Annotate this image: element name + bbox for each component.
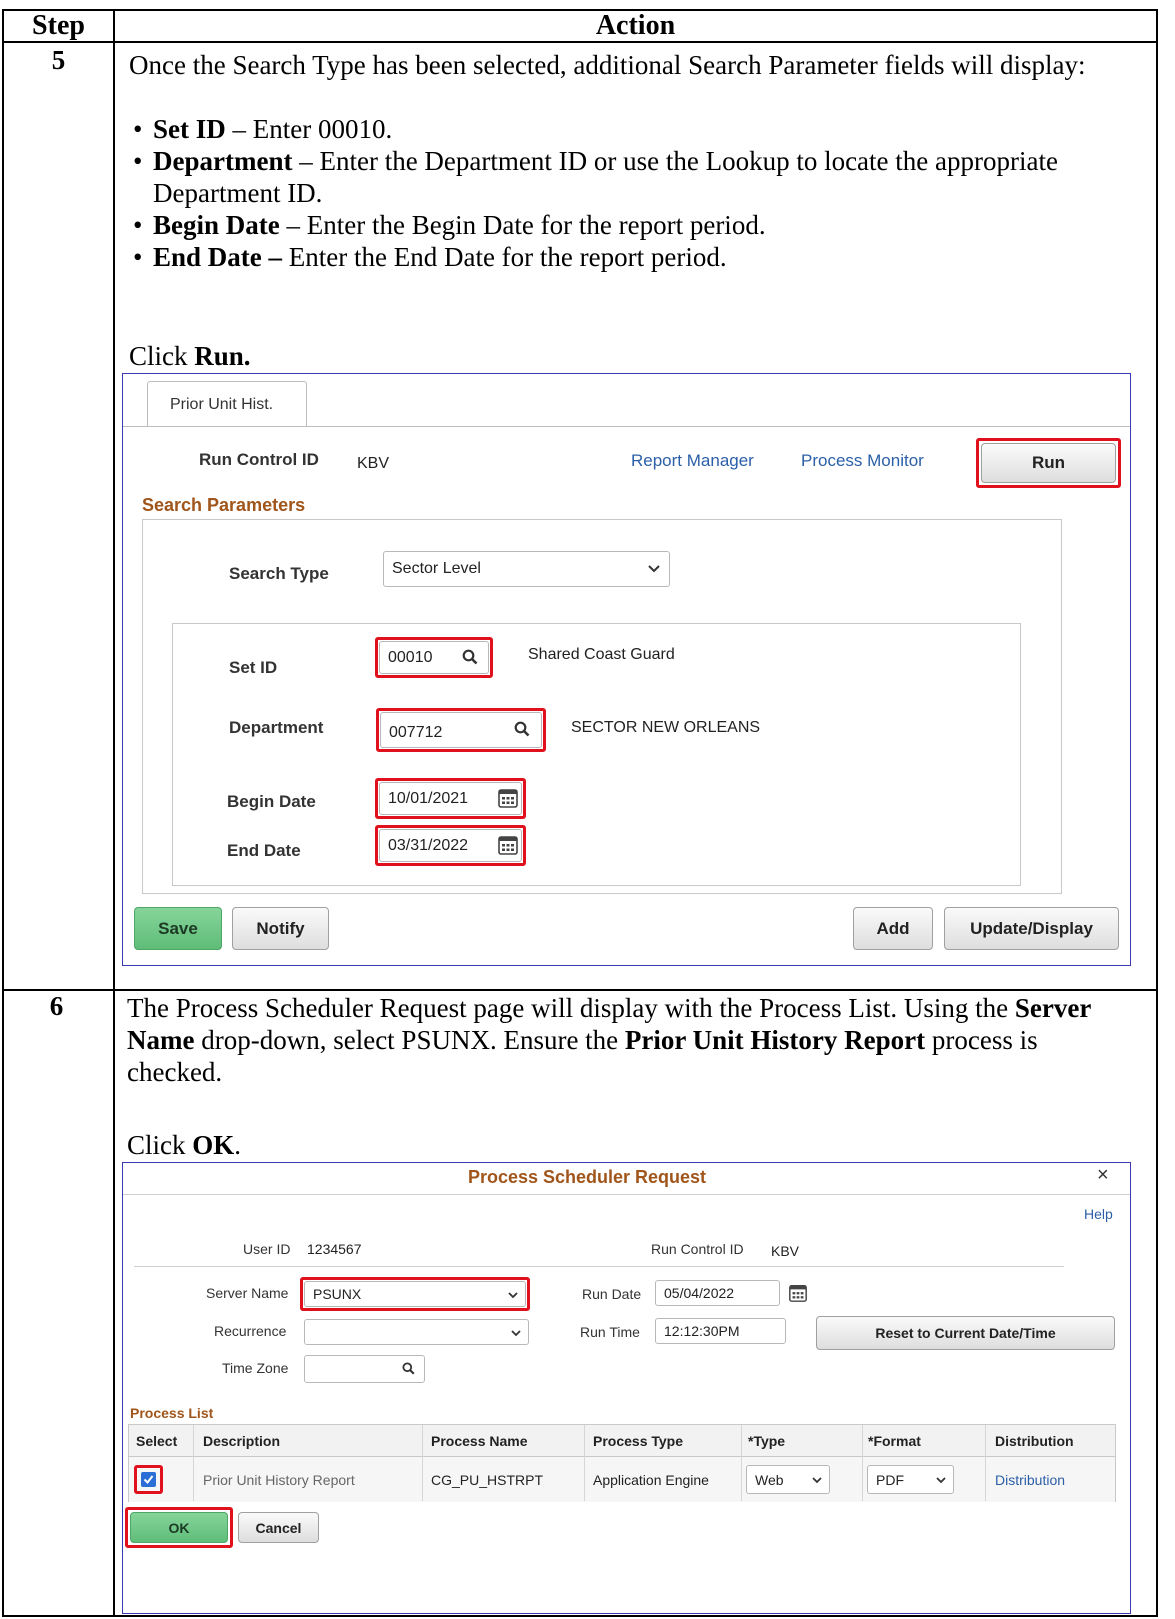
bullet-department: Department – Enter the Department ID or … bbox=[131, 145, 1151, 209]
row-process-type: Application Engine bbox=[593, 1472, 709, 1488]
highlight-setid bbox=[375, 637, 493, 678]
run-control-id-label: Run Control ID bbox=[651, 1241, 744, 1257]
help-link[interactable]: Help bbox=[1084, 1206, 1113, 1222]
column-separator bbox=[741, 1425, 742, 1501]
highlight-department bbox=[376, 708, 546, 752]
step-number-5: 5 bbox=[51, 45, 66, 75]
process-monitor-link[interactable]: Process Monitor bbox=[801, 451, 924, 471]
col-header-distribution[interactable]: Distribution bbox=[995, 1433, 1074, 1449]
step5-click-run: Click Run. bbox=[129, 341, 251, 371]
run-control-value: KBV bbox=[357, 455, 390, 472]
run-date-input[interactable]: 05/04/2022 bbox=[655, 1280, 780, 1306]
divider bbox=[134, 1266, 1064, 1267]
tab-prior-unit-hist[interactable]: Prior Unit Hist. bbox=[147, 381, 307, 426]
column-separator bbox=[193, 1425, 194, 1501]
user-id-value: 1234567 bbox=[307, 1241, 362, 1257]
col-header-select[interactable]: Select bbox=[136, 1433, 177, 1449]
row-divider bbox=[4, 989, 1156, 991]
column-separator bbox=[862, 1425, 863, 1501]
search-type-label: Search Type bbox=[229, 564, 329, 583]
time-zone-label: Time Zone bbox=[222, 1360, 289, 1376]
step6-instructions: The Process Scheduler Request page will … bbox=[127, 993, 1091, 1087]
add-button[interactable]: Add bbox=[853, 907, 933, 950]
tab-label: Prior Unit Hist. bbox=[170, 396, 274, 413]
highlight-end-date bbox=[375, 825, 526, 866]
type-value: Web bbox=[755, 1471, 784, 1488]
user-id-label: User ID bbox=[243, 1241, 291, 1257]
col-header-type[interactable]: *Type bbox=[748, 1433, 785, 1449]
type-select[interactable]: Web bbox=[746, 1465, 830, 1494]
run-time-value: 12:12:30PM bbox=[664, 1323, 740, 1339]
setid-label: Set ID bbox=[229, 658, 278, 677]
dialog-title: Process Scheduler Request bbox=[467, 1167, 707, 1187]
process-scheduler-dialog bbox=[122, 1162, 1131, 1614]
column-separator bbox=[985, 1425, 986, 1501]
column-separator bbox=[584, 1425, 585, 1501]
chevron-down-icon bbox=[812, 1477, 822, 1484]
cancel-button[interactable]: Cancel bbox=[238, 1512, 319, 1543]
col-header-process-name[interactable]: Process Name bbox=[431, 1433, 528, 1449]
step-number-6: 6 bbox=[49, 991, 64, 1021]
run-date-value: 05/04/2022 bbox=[664, 1285, 735, 1301]
format-value: PDF bbox=[876, 1471, 904, 1488]
run-date-label: Run Date bbox=[582, 1286, 642, 1302]
highlight-select bbox=[134, 1465, 163, 1494]
chevron-down-icon bbox=[511, 1330, 521, 1337]
highlight-ok bbox=[125, 1507, 233, 1548]
highlight-run bbox=[976, 438, 1121, 488]
highlight-begin-date bbox=[375, 778, 526, 819]
row-description: Prior Unit History Report bbox=[203, 1472, 355, 1488]
step6-click-ok: Click OK. bbox=[127, 1130, 242, 1160]
setid-description: Shared Coast Guard bbox=[528, 646, 675, 663]
process-list-title: Process List bbox=[130, 1405, 214, 1421]
recurrence-select[interactable] bbox=[304, 1319, 529, 1345]
bullet-end-date: End Date – Enter the End Date for the re… bbox=[131, 241, 1151, 273]
report-manager-link[interactable]: Report Manager bbox=[631, 451, 754, 471]
step5-bullet-list: Set ID – Enter 00010. Department – Enter… bbox=[131, 113, 1151, 273]
header-action: Action bbox=[595, 10, 676, 41]
highlight-server-name bbox=[300, 1277, 530, 1311]
close-icon[interactable]: × bbox=[1097, 1164, 1109, 1187]
run-control-label: Run Control ID bbox=[199, 450, 319, 469]
table-header-row: Step Action bbox=[4, 11, 1156, 43]
column-separator bbox=[422, 1425, 423, 1501]
col-header-description[interactable]: Description bbox=[203, 1433, 280, 1449]
search-type-value: Sector Level bbox=[392, 560, 481, 577]
department-label: Department bbox=[229, 718, 324, 737]
column-divider bbox=[113, 11, 115, 1615]
end-date-label: End Date bbox=[227, 841, 301, 860]
step5-intro: Once the Search Type has been selected, … bbox=[129, 50, 1086, 80]
recurrence-label: Recurrence bbox=[214, 1323, 287, 1339]
save-button[interactable]: Save bbox=[134, 907, 222, 950]
col-header-process-type[interactable]: Process Type bbox=[593, 1433, 683, 1449]
search-icon[interactable] bbox=[402, 1362, 415, 1375]
chevron-down-icon bbox=[936, 1477, 946, 1484]
tab-underline bbox=[123, 426, 1130, 427]
distribution-link[interactable]: Distribution bbox=[995, 1472, 1065, 1488]
server-name-label: Server Name bbox=[206, 1285, 289, 1301]
chevron-down-icon bbox=[648, 565, 660, 573]
search-parameters-title: Search Parameters bbox=[142, 495, 306, 515]
format-select[interactable]: PDF bbox=[867, 1465, 954, 1494]
bullet-begin-date: Begin Date – Enter the Begin Date for th… bbox=[131, 209, 1151, 241]
run-time-input[interactable]: 12:12:30PM bbox=[655, 1318, 786, 1344]
calendar-icon[interactable] bbox=[788, 1283, 808, 1303]
reset-date-time-button[interactable]: Reset to Current Date/Time bbox=[816, 1316, 1115, 1350]
begin-date-label: Begin Date bbox=[227, 792, 316, 811]
header-step: Step bbox=[32, 10, 85, 41]
department-description: SECTOR NEW ORLEANS bbox=[571, 719, 761, 736]
row-process-name: CG_PU_HSTRPT bbox=[431, 1472, 544, 1488]
notify-button[interactable]: Notify bbox=[232, 907, 329, 950]
search-type-select[interactable]: Sector Level bbox=[383, 551, 670, 587]
run-time-label: Run Time bbox=[580, 1324, 640, 1340]
run-control-id-value: KBV bbox=[771, 1243, 800, 1259]
col-header-format[interactable]: *Format bbox=[868, 1433, 921, 1449]
bullet-setid: Set ID – Enter 00010. bbox=[131, 113, 1151, 145]
update-display-button[interactable]: Update/Display bbox=[944, 907, 1119, 950]
